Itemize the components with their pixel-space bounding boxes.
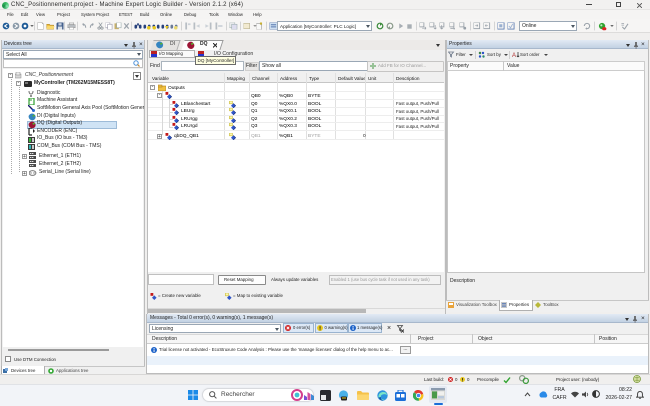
svg-text:A: A bbox=[512, 53, 516, 59]
